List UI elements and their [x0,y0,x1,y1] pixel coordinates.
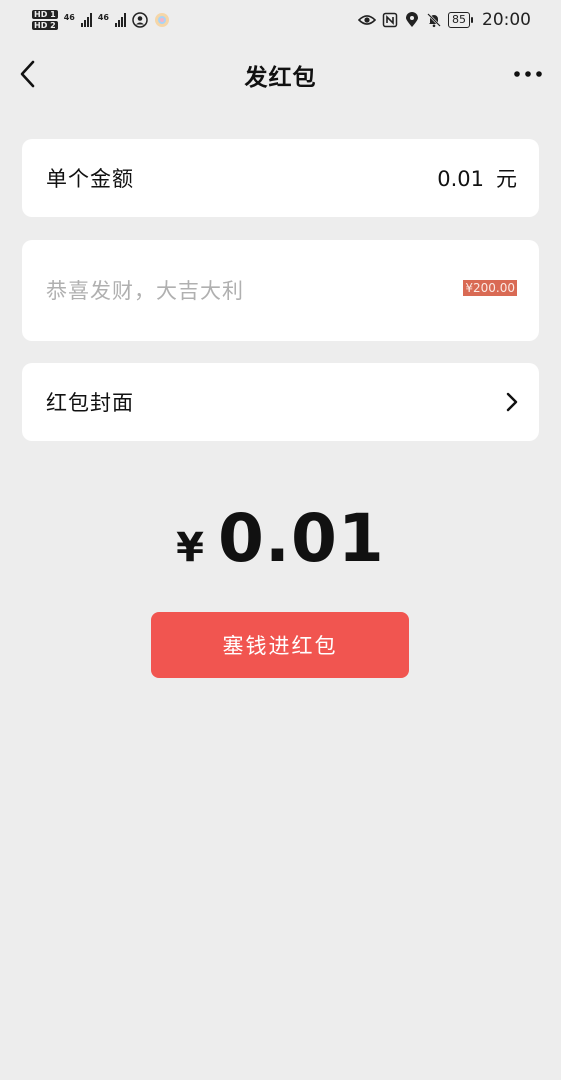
status-bar-right: 85 20:00 [358,10,531,30]
nav-bar: 发红包 [0,44,561,104]
message-row[interactable]: ¥200.00 [22,240,539,341]
amount-row[interactable]: 单个金额 0.01 元 [22,139,539,217]
app-notification-icon [154,13,169,27]
hd1-label: HD 1 [32,10,58,19]
status-bar-left: HD 1 HD 2 46 46 [32,9,170,31]
amount-value-group: 0.01 元 [437,163,517,193]
eye-icon [358,15,376,25]
battery-icon: 85 [448,12,473,28]
amount-label: 单个金额 [46,167,134,191]
status-time: 20:00 [482,10,531,30]
user-shield-icon [132,12,148,28]
location-icon [406,12,418,27]
amount-value[interactable]: 0.01 [437,167,484,191]
put-money-button[interactable]: 塞钱进红包 [151,612,409,678]
total-amount: ¥ 0.01 [0,500,561,577]
signal-icon-1 [80,13,92,27]
nfc-icon [382,12,398,28]
network-type-2: 46 [97,13,109,22]
total-currency: ¥ [176,525,204,571]
more-options-icon[interactable] [513,64,543,84]
mute-bell-icon [427,13,441,28]
amount-unit: 元 [496,167,517,191]
hd2-label: HD 2 [32,21,58,30]
chevron-right-icon [506,392,518,412]
cover-label: 红包封面 [46,391,134,415]
total-value: 0.01 [218,500,385,577]
amount-tag: ¥200.00 [463,279,517,296]
blessing-message-input[interactable] [46,278,406,303]
network-type-1: 46 [63,13,75,22]
page-title: 发红包 [244,65,317,91]
hd-indicator: HD 1 HD 2 [32,9,58,31]
status-bar: HD 1 HD 2 46 46 85 20:00 [0,0,561,40]
signal-icon-2 [114,13,126,27]
red-packet-cover-row[interactable]: 红包封面 [22,363,539,441]
